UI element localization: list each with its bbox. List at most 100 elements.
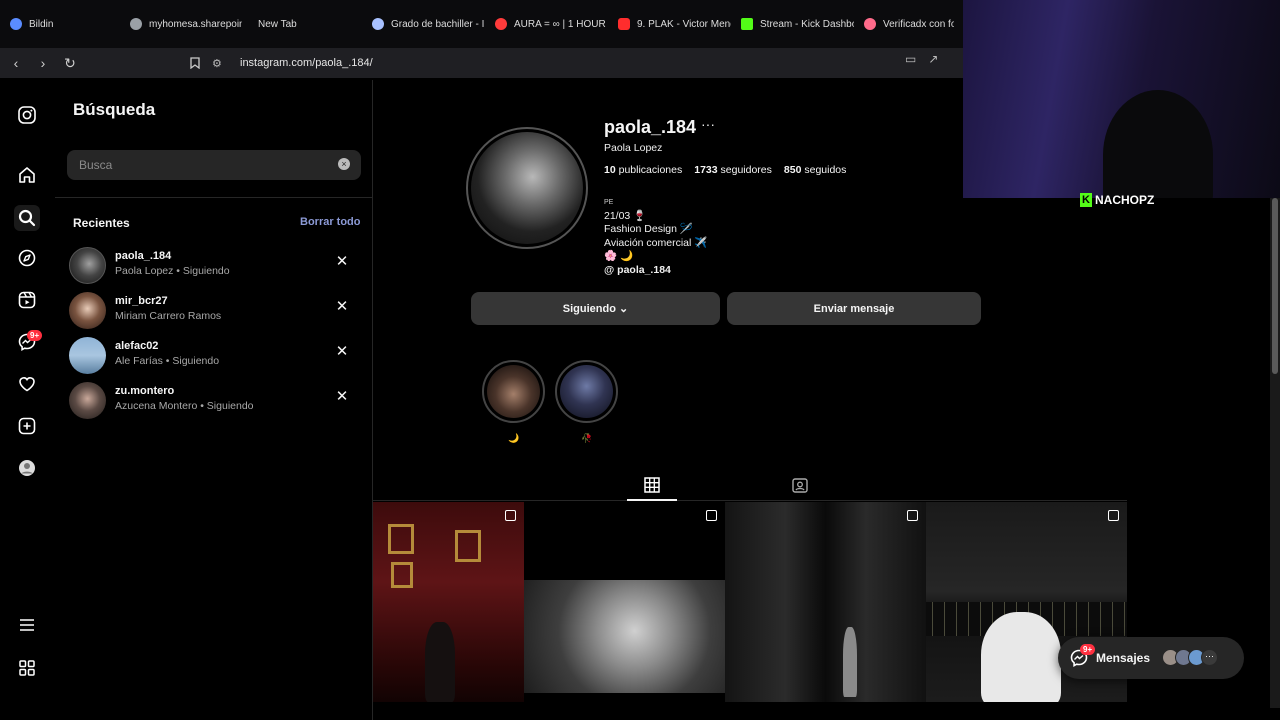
post-image-detail: [981, 612, 1061, 702]
story-highlight[interactable]: 🌙: [482, 360, 546, 444]
tab-favicon-icon: [130, 18, 142, 30]
recent-subtitle: Paola Lopez • Siguiendo: [115, 265, 230, 277]
forward-icon[interactable]: ›: [32, 52, 54, 74]
search-input[interactable]: [67, 150, 361, 180]
recent-subtitle: Miriam Carrero Ramos: [115, 310, 222, 322]
post-image-detail: [388, 524, 414, 554]
post-image-detail: [391, 562, 413, 588]
story-highlight[interactable]: 🥀: [555, 360, 619, 444]
nav-rail: 9+: [0, 80, 55, 720]
recent-username: mir_bcr27: [115, 295, 168, 307]
messages-badge: 9+: [1080, 644, 1096, 655]
followers-stat[interactable]: 1733 seguidores: [694, 164, 772, 176]
more-icon[interactable]: [16, 657, 38, 679]
scrollbar-thumb[interactable]: [1272, 198, 1278, 374]
clear-search-icon[interactable]: ×: [338, 158, 350, 170]
page-scrollbar[interactable]: [1270, 198, 1280, 708]
share-icon[interactable]: ↗: [928, 52, 938, 66]
profile-avatar[interactable]: [466, 127, 588, 249]
search-icon[interactable]: [14, 205, 40, 231]
recent-username: paola_.184: [115, 250, 172, 262]
remove-recent-icon[interactable]: ✕: [333, 343, 351, 361]
menu-icon[interactable]: [16, 614, 38, 636]
instagram-logo-icon[interactable]: [16, 104, 38, 126]
following-stat[interactable]: 850 seguidos: [784, 164, 846, 176]
highlight-image: [560, 365, 613, 418]
remove-recent-icon[interactable]: ✕: [333, 253, 351, 271]
post-image: [524, 580, 725, 693]
multi-photo-icon: [505, 510, 516, 521]
profile-icon[interactable]: [16, 457, 38, 479]
threads-icon: @: [604, 263, 615, 276]
webcam-overlay: [963, 0, 1280, 198]
explore-icon[interactable]: [16, 247, 38, 269]
post-thumbnail[interactable]: [725, 502, 926, 702]
tagged-tab[interactable]: [790, 475, 810, 495]
search-panel: Búsqueda × Recientes Borrar todo paola_.…: [55, 80, 373, 720]
streamer-tag: K NACHOPZ: [1080, 193, 1154, 207]
recent-subtitle: Ale Farías • Siguiendo: [115, 355, 220, 367]
reload-icon[interactable]: ↻: [59, 52, 81, 74]
address-actions: ▭ ↗: [905, 52, 938, 66]
browser-tab[interactable]: 9. PLAK - Victor Mend: [608, 0, 731, 48]
remove-recent-icon[interactable]: ✕: [333, 388, 351, 406]
browser-tab[interactable]: Bildin: [0, 0, 120, 48]
highlight-ring: [555, 360, 618, 423]
more-options-icon[interactable]: ···: [701, 116, 715, 132]
profile-bio: PE 21/03 🍷 Fashion Design 🪡 Aviación com…: [604, 196, 707, 277]
heart-icon[interactable]: [16, 373, 38, 395]
streamer-silhouette: [1103, 90, 1213, 198]
profile-username: paola_.184: [604, 117, 697, 137]
recent-item[interactable]: paola_.184 Paola Lopez • Siguiendo ✕: [69, 245, 364, 285]
send-message-button[interactable]: Enviar mensaje: [727, 292, 981, 325]
browser-tab[interactable]: Stream - Kick Dashbo: [731, 0, 854, 48]
bio-line: 🌸 🌙: [604, 250, 634, 262]
browser-tab[interactable]: myhomesa.sharepoint: [120, 0, 242, 48]
tab-favicon-icon: [741, 18, 753, 30]
tabs-divider: [373, 500, 1127, 501]
post-thumbnail[interactable]: [373, 502, 524, 702]
browser-tab[interactable]: Verificadx con fo: [854, 0, 954, 48]
site-settings-icon[interactable]: ⚙: [212, 57, 230, 70]
recent-item[interactable]: zu.montero Azucena Montero • Siguiendo ✕: [69, 380, 364, 420]
recent-item[interactable]: mir_bcr27 Miriam Carrero Ramos ✕: [69, 290, 364, 330]
cast-icon[interactable]: ▭: [905, 52, 916, 66]
highlight-label: 🌙: [508, 433, 520, 443]
search-title: Búsqueda: [73, 100, 156, 119]
recent-item[interactable]: alefac02 Ale Farías • Siguiendo ✕: [69, 335, 364, 375]
remove-recent-icon[interactable]: ✕: [333, 298, 351, 316]
url-field[interactable]: ⚙ instagram.com/paola_.184/: [212, 52, 962, 74]
clear-all-button[interactable]: Borrar todo: [300, 216, 361, 228]
tab-favicon-icon: [10, 18, 22, 30]
multi-photo-icon: [907, 510, 918, 521]
home-icon[interactable]: [16, 164, 38, 186]
post-thumbnail[interactable]: [524, 502, 725, 702]
profile-stats: 10 publicaciones 1733 seguidores 850 seg…: [604, 164, 846, 176]
browser-tab[interactable]: AURA = ∞ | 1 HOUR: [485, 0, 608, 48]
create-icon[interactable]: [16, 415, 38, 437]
profile-full-name: Paola Lopez: [604, 142, 663, 154]
multi-photo-icon: [1108, 510, 1119, 521]
posts-grid-tab[interactable]: [642, 475, 662, 495]
url-text: instagram.com/paola_.184/: [240, 57, 373, 69]
following-button[interactable]: Siguiendo ⌄: [471, 292, 720, 325]
bookmark-icon[interactable]: [186, 52, 204, 74]
threads-link[interactable]: @ paola_.184: [604, 264, 707, 278]
recent-subtitle: Azucena Montero • Siguiendo: [115, 400, 254, 412]
reels-icon[interactable]: [16, 289, 38, 311]
messages-pill[interactable]: 9+ Mensajes ···: [1058, 637, 1244, 679]
recent-username: alefac02: [115, 340, 159, 352]
posts-stat: 10 publicaciones: [604, 164, 683, 176]
browser-tab[interactable]: New Tab: [242, 0, 362, 48]
bio-line: Fashion Design 🪡: [604, 223, 693, 235]
messages-label: Mensajes: [1096, 651, 1151, 665]
post-image-detail: [455, 530, 481, 562]
back-icon[interactable]: ‹: [5, 52, 27, 74]
highlight-ring: [482, 360, 545, 423]
browser-tab[interactable]: Grado de bachiller - In: [362, 0, 485, 48]
recent-title: Recientes: [73, 216, 130, 230]
bio-line: 21/03 🍷: [604, 209, 647, 222]
avatar: [69, 337, 106, 374]
messenger-badge: 9+: [27, 330, 43, 341]
post-image-detail: [425, 622, 455, 702]
